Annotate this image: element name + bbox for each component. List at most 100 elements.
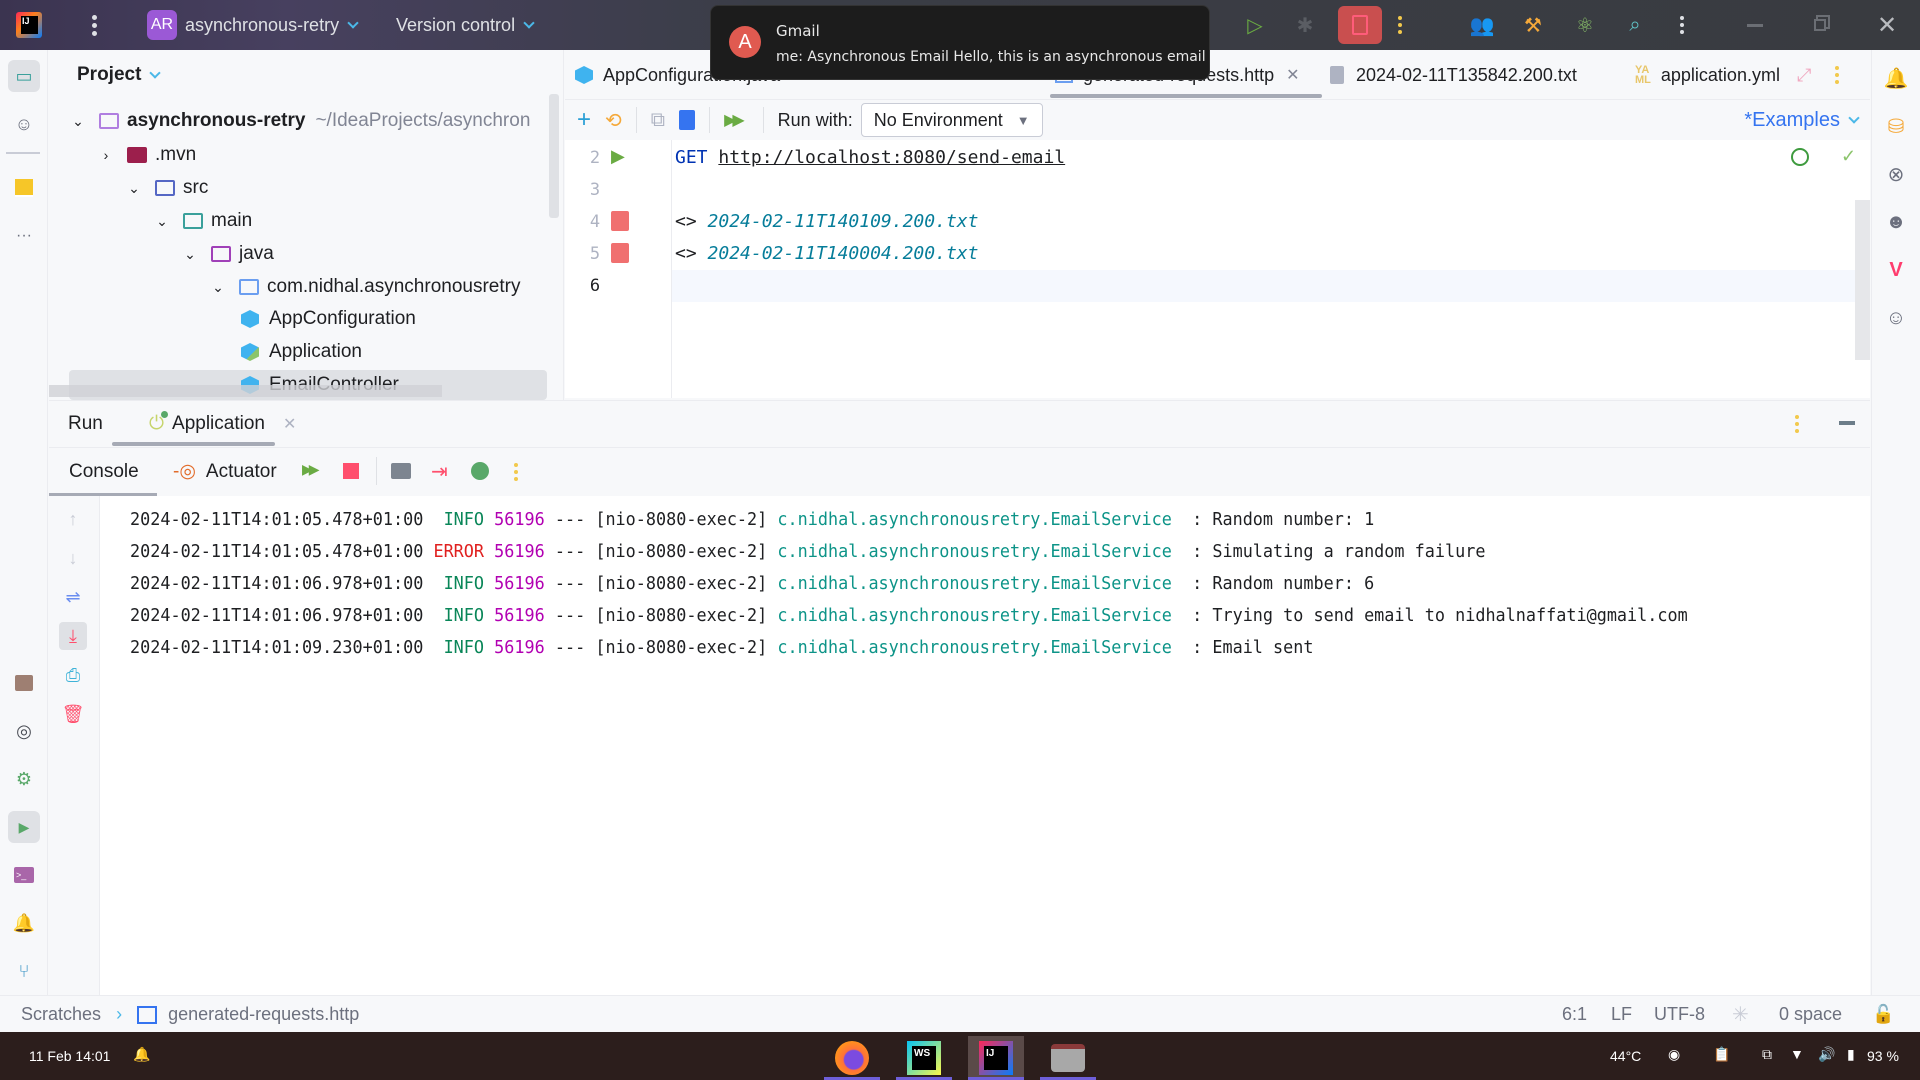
compare-responses-icon[interactable] <box>611 243 629 263</box>
copilot-icon[interactable]: ☻ <box>1880 206 1912 238</box>
log-logger[interactable]: c.nidhal.asynchronousretry.EmailService <box>777 574 1171 594</box>
console-output[interactable]: 2024-02-11T14:01:05.478+01:00 INFO 56196… <box>99 496 1870 996</box>
notification-bell-icon[interactable]: 🔔 <box>133 1046 150 1063</box>
notifications-bell-icon[interactable]: 🔔 <box>1880 62 1912 94</box>
copy-icon[interactable]: ⧉ <box>651 109 665 132</box>
editor-scrollbar[interactable] <box>1855 200 1870 360</box>
soft-wrap-icon[interactable]: ⇌ <box>59 583 87 611</box>
indent-settings[interactable]: 0 space <box>1779 1004 1842 1025</box>
run-request-icon[interactable]: ▶ <box>611 146 625 167</box>
minimize-button[interactable] <box>1738 8 1772 42</box>
steam-icon[interactable]: ◉ <box>1668 1046 1680 1063</box>
battery-icon[interactable]: ▮ <box>1847 1046 1855 1063</box>
display-icon[interactable]: ⧉ <box>1762 1046 1772 1063</box>
scroll-to-end-icon[interactable]: ⤓ <box>59 622 87 650</box>
close-button[interactable]: ✕ <box>1870 8 1904 42</box>
rerun-icon[interactable]: ▶▶ <box>302 461 319 478</box>
wifi-icon[interactable]: ▼ <box>1790 1046 1804 1062</box>
add-request-icon[interactable]: + <box>577 106 591 134</box>
examples-dropdown[interactable]: *Examples <box>1744 109 1860 132</box>
request-url[interactable]: http://localhost:8080/send-email <box>718 147 1065 168</box>
commit-tool-icon[interactable]: ☺ <box>8 108 40 140</box>
inspection-status-icon[interactable] <box>1791 148 1809 166</box>
run-config-tab-application[interactable]: ⏻ Application ✕ <box>149 401 296 446</box>
search-icon[interactable]: ⌕ <box>1618 8 1652 42</box>
taskbar-firefox[interactable] <box>824 1036 880 1080</box>
stop-icon[interactable] <box>343 463 359 479</box>
clear-console-icon[interactable]: 🗑 <box>59 700 87 728</box>
console-more-button[interactable] <box>514 463 518 481</box>
log-logger[interactable]: c.nidhal.asynchronousretry.EmailService <box>777 542 1171 562</box>
ai-assistant-icon[interactable]: ⚛ <box>1568 8 1602 42</box>
clipboard-icon[interactable]: 📋 <box>1713 1046 1730 1063</box>
profiler-icon[interactable]: ◎ <box>8 715 40 747</box>
history-icon[interactable]: ⟲ <box>605 108 622 133</box>
git-branch-icon[interactable]: ⑂ <box>8 955 40 987</box>
maximize-editor-icon[interactable]: ⤢ <box>1797 50 1811 100</box>
version-control-menu[interactable]: Version control <box>396 0 535 50</box>
code-with-me-icon[interactable]: 👥 <box>1465 8 1499 42</box>
database-icon[interactable]: ⛁ <box>1880 110 1912 142</box>
build-tools-icon[interactable]: ⚒ <box>1516 8 1550 42</box>
readonly-lock-icon[interactable]: 🔓 <box>1872 1004 1894 1025</box>
coverage-icon[interactable]: ⊗ <box>1880 158 1912 190</box>
response-file-link[interactable]: 2024-02-11T140109.200.txt <box>708 211 979 232</box>
scroll-down-icon[interactable]: ↓ <box>59 544 87 572</box>
project-scrollbar[interactable] <box>549 94 559 218</box>
run-all-icon[interactable]: ▶▶ <box>724 110 745 130</box>
gmail-notification[interactable]: A Gmail me: Asynchronous Email Hello, th… <box>710 5 1210 80</box>
compare-responses-icon[interactable] <box>611 211 629 231</box>
run-panel-options-button[interactable] <box>1795 415 1799 433</box>
tree-item-mvn[interactable]: › .mvn <box>99 140 197 170</box>
performance-icon[interactable] <box>471 462 489 480</box>
tree-item-application[interactable]: Application <box>241 337 362 367</box>
breadcrumb-scratches[interactable]: Scratches <box>21 1004 101 1024</box>
run-more-button[interactable] <box>1398 0 1402 50</box>
settings-gear-icon[interactable]: ⚙ <box>8 763 40 795</box>
volume-icon[interactable]: 🔊 <box>1818 1046 1835 1063</box>
tab-application-yml[interactable]: YA ML application.yml <box>1635 50 1785 100</box>
tree-item-src[interactable]: ⌄ src <box>127 173 208 203</box>
taskbar-files[interactable] <box>1040 1036 1096 1080</box>
environment-select[interactable]: No Environment ▼ <box>860 103 1043 137</box>
run-icon[interactable]: ▷ <box>1238 8 1272 42</box>
intellij-logo-icon[interactable] <box>16 0 42 50</box>
tree-item-main[interactable]: ⌄ main <box>155 206 252 236</box>
line-separator[interactable]: LF <box>1611 1004 1632 1025</box>
more-tools-icon[interactable]: ··· <box>8 220 40 252</box>
horizontal-scrollbar[interactable] <box>49 385 442 397</box>
caret-position[interactable]: 6:1 <box>1562 1004 1587 1025</box>
tree-item-package[interactable]: ⌄ com.nidhal.asynchronousretry <box>211 272 520 302</box>
main-menu-button[interactable] <box>92 0 97 50</box>
copilot-chat-icon[interactable]: ☺ <box>1880 302 1912 334</box>
taskbar-intellij[interactable]: IJ <box>968 1036 1024 1080</box>
project-panel-header[interactable]: Project <box>77 64 162 86</box>
tree-item-java[interactable]: ⌄ java <box>183 239 274 269</box>
tab-console[interactable]: Console <box>69 449 139 494</box>
log-logger[interactable]: c.nidhal.asynchronousretry.EmailService <box>777 510 1171 530</box>
file-encoding[interactable]: UTF-8 <box>1654 1004 1705 1025</box>
log-logger[interactable]: c.nidhal.asynchronousretry.EmailService <box>777 638 1171 658</box>
code-editor[interactable]: 2 ▶ GET http://localhost:8080/send-email… <box>565 140 1870 398</box>
tree-item-root[interactable]: ⌄ asynchronous-retry ~/IdeaProjects/asyn… <box>71 106 530 136</box>
terminal-icon[interactable]: >_ <box>8 859 40 891</box>
tab-close-icon[interactable]: ✕ <box>1286 65 1299 85</box>
clock[interactable]: 11 Feb 14:01 <box>29 1048 110 1064</box>
tab-actuator[interactable]: -◎ Actuator <box>173 449 277 494</box>
print-icon[interactable]: ⎙ <box>59 661 87 689</box>
project-switcher[interactable]: AR asynchronous-retry <box>147 0 359 50</box>
response-file-link[interactable]: 2024-02-11T140004.200.txt <box>708 243 979 264</box>
vaadin-icon[interactable]: V <box>1880 254 1912 286</box>
convert-file-icon[interactable] <box>679 110 696 130</box>
stop-button[interactable] <box>1338 6 1382 44</box>
tab-close-icon[interactable]: ✕ <box>283 414 296 434</box>
taskbar-webstorm[interactable]: WS <box>896 1036 952 1080</box>
log-logger[interactable]: c.nidhal.asynchronousretry.EmailService <box>777 606 1171 626</box>
debug-icon[interactable]: ✱ <box>1288 8 1322 42</box>
settings-more-button[interactable] <box>1680 0 1684 50</box>
services-icon[interactable] <box>8 667 40 699</box>
run-tool-icon[interactable]: ▶ <box>8 811 40 843</box>
scroll-up-icon[interactable]: ↑ <box>59 505 87 533</box>
structure-tool-icon[interactable] <box>8 172 40 204</box>
project-tool-icon[interactable]: ▭ <box>8 60 40 92</box>
